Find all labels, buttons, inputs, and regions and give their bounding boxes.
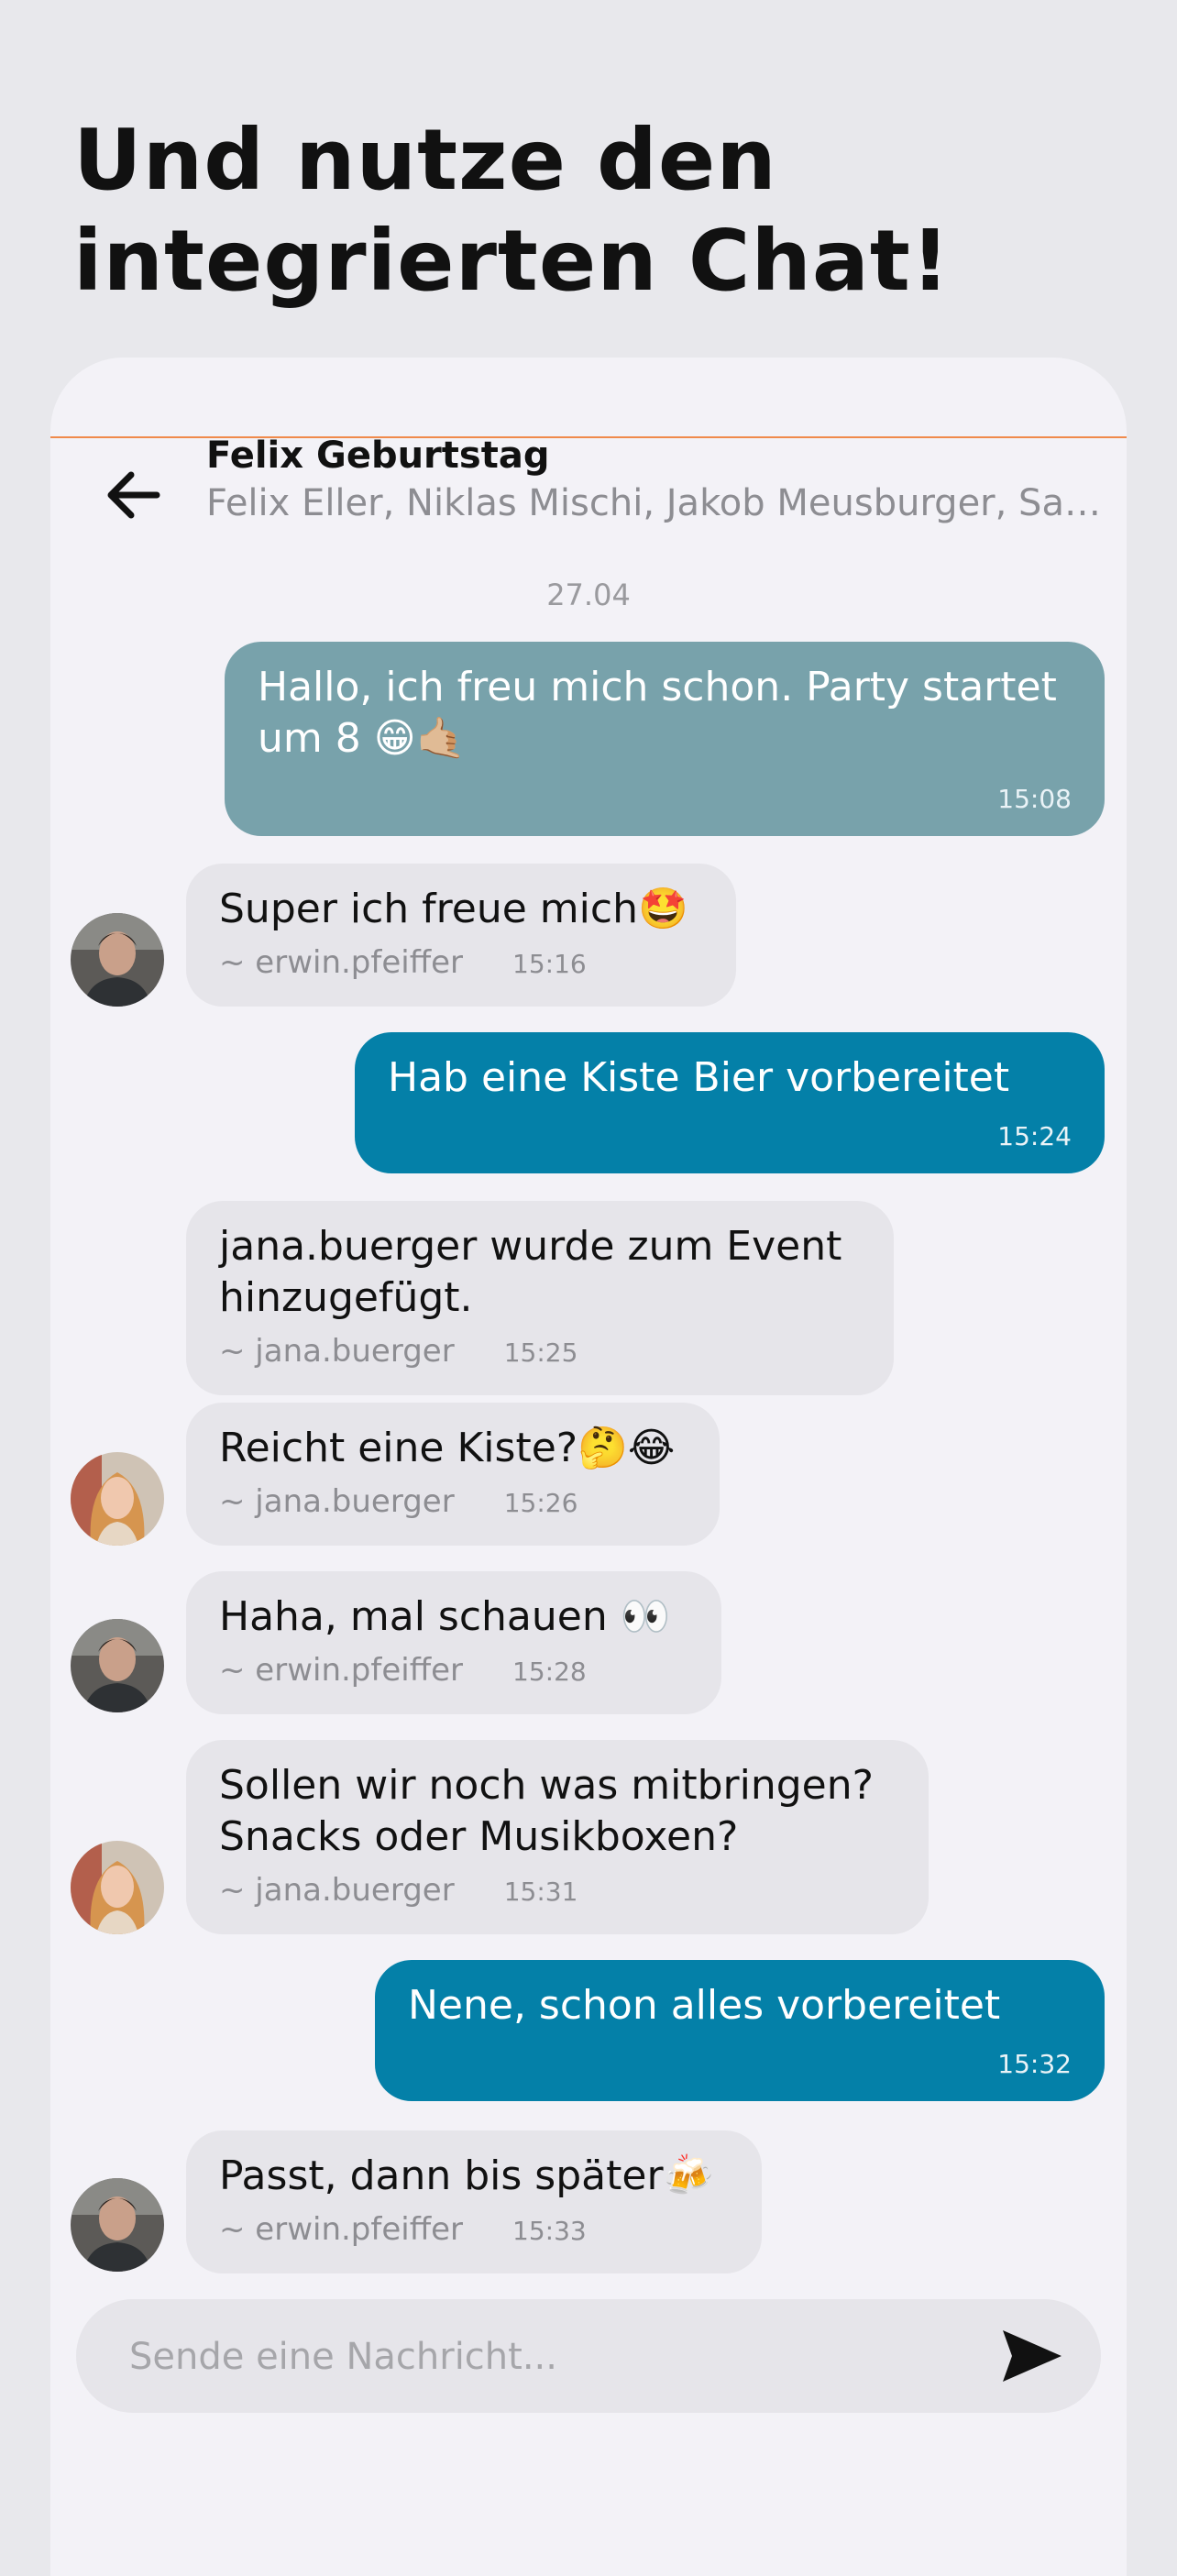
avatar-jana-image — [71, 1841, 164, 1934]
message-time: 15:24 — [997, 1121, 1072, 1151]
message-meta: ~ jana.buerger 15:25 — [219, 1333, 578, 1370]
message-text: jana.buerger wurde zum Event hinzugefügt… — [219, 1223, 842, 1321]
avatar-erwin[interactable] — [71, 1619, 164, 1712]
message-time: 15:26 — [503, 1488, 578, 1518]
message-sender: ~ jana.buerger — [219, 1872, 455, 1909]
date-separator: 27.04 — [546, 578, 631, 612]
message-meta: ~ erwin.pfeiffer 15:28 — [219, 1652, 587, 1689]
headline-line-2: integrierten Chat! — [73, 212, 951, 310]
message-time: 15:32 — [997, 2049, 1072, 2079]
message-incoming[interactable]: Reicht eine Kiste?🤔😂 ~ jana.buerger 15:26 — [186, 1403, 720, 1546]
avatar-jana[interactable] — [71, 1841, 164, 1934]
avatar-erwin-image — [71, 1619, 164, 1712]
message-sender: ~ erwin.pfeiffer — [219, 2211, 464, 2248]
avatar-jana[interactable] — [71, 1452, 164, 1546]
chat-title: Felix Geburtstag — [206, 435, 550, 477]
avatar-jana-image — [71, 1452, 164, 1546]
message-meta: ~ jana.buerger 15:31 — [219, 1872, 578, 1909]
avatar-erwin[interactable] — [71, 913, 164, 1007]
message-sender: ~ jana.buerger — [219, 1333, 455, 1370]
message-time: 15:25 — [503, 1338, 578, 1368]
message-sender: ~ erwin.pfeiffer — [219, 1652, 464, 1689]
message-sender: ~ jana.buerger — [219, 1483, 455, 1520]
chat-members[interactable]: Felix Eller, Niklas Mischi, Jakob Meusbu… — [206, 482, 1114, 524]
back-button[interactable] — [96, 458, 170, 532]
message-time: 15:28 — [512, 1657, 587, 1687]
avatar-erwin-image — [71, 913, 164, 1007]
chat-screen: Felix Geburtstag Felix Eller, Niklas Mis… — [50, 358, 1127, 2576]
message-outgoing[interactable]: Hab eine Kiste Bier vorbereitet 15:24 — [355, 1032, 1105, 1173]
message-sender: ~ erwin.pfeiffer — [219, 944, 464, 981]
arrow-left-icon — [107, 471, 160, 519]
message-input[interactable] — [127, 2299, 956, 2415]
message-text: Hab eine Kiste Bier vorbereitet — [388, 1054, 1010, 1101]
message-meta: ~ erwin.pfeiffer 15:33 — [219, 2211, 587, 2248]
message-time: 15:08 — [997, 784, 1072, 814]
message-time: 15:16 — [512, 949, 587, 979]
message-text: Haha, mal schauen 👀 — [219, 1593, 671, 1640]
message-outgoing[interactable]: Nene, schon alles vorbereitet 15:32 — [375, 1960, 1105, 2101]
message-text: Sollen wir noch was mitbringen? Snacks o… — [219, 1762, 874, 1860]
message-meta: ~ erwin.pfeiffer 15:16 — [219, 944, 587, 981]
message-meta: ~ jana.buerger 15:26 — [219, 1483, 578, 1520]
message-text: Nene, schon alles vorbereitet — [408, 1982, 1001, 2029]
message-text: Passt, dann bis später🍻 — [219, 2152, 714, 2199]
headline-line-1: Und nutze den — [73, 111, 777, 209]
send-icon — [1003, 2330, 1062, 2382]
send-button[interactable] — [1000, 2327, 1064, 2385]
avatar-erwin-image — [71, 2178, 164, 2272]
message-outgoing[interactable]: Hallo, ich freu mich schon. Party starte… — [225, 642, 1105, 836]
avatar-erwin[interactable] — [71, 2178, 164, 2272]
message-text: Super ich freue mich🤩 — [219, 886, 688, 932]
message-incoming[interactable]: Passt, dann bis später🍻 ~ erwin.pfeiffer… — [186, 2130, 762, 2273]
message-composer — [76, 2299, 1101, 2415]
message-incoming[interactable]: Super ich freue mich🤩 ~ erwin.pfeiffer 15… — [186, 864, 736, 1007]
page-headline: Und nutze den integrierten Chat! — [73, 110, 951, 312]
message-incoming[interactable]: Haha, mal schauen 👀 ~ erwin.pfeiffer 15:2… — [186, 1571, 721, 1714]
message-text: Reicht eine Kiste?🤔😂 — [219, 1425, 676, 1471]
message-time: 15:33 — [512, 2216, 587, 2246]
message-incoming[interactable]: Sollen wir noch was mitbringen? Snacks o… — [186, 1740, 929, 1934]
message-incoming[interactable]: jana.buerger wurde zum Event hinzugefügt… — [186, 1201, 894, 1395]
message-text: Hallo, ich freu mich schon. Party starte… — [258, 664, 1057, 762]
message-time: 15:31 — [503, 1877, 578, 1907]
